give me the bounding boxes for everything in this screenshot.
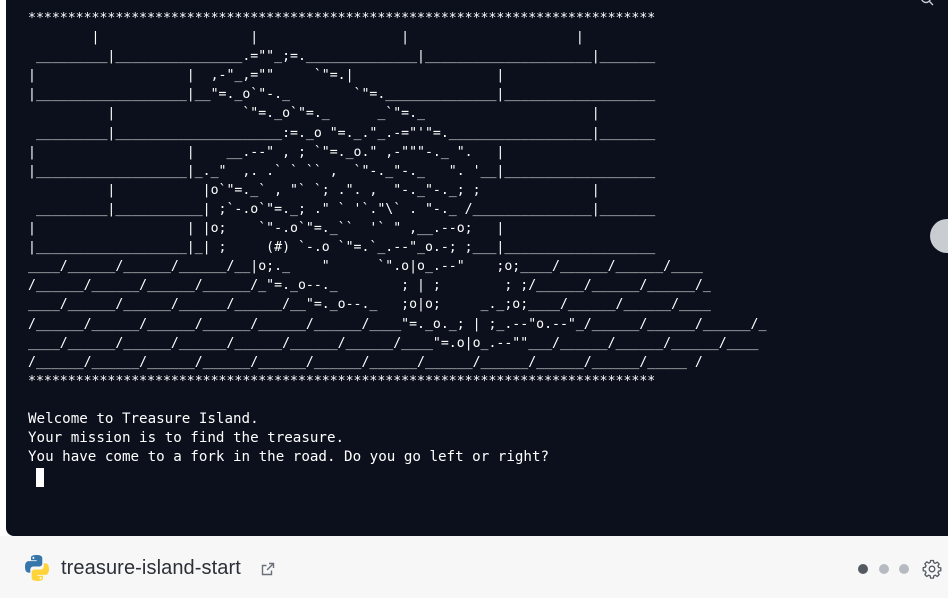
output-line-question: You have come to a fork in the road. Do … [28, 449, 550, 465]
page-dot[interactable] [879, 564, 889, 574]
output-line-mission: Your mission is to find the treasure. [28, 430, 345, 446]
page-dot-active[interactable] [858, 564, 868, 574]
page-dot[interactable] [899, 564, 909, 574]
output-line-welcome: Welcome to Treasure Island. [28, 411, 259, 427]
search-icon[interactable] [920, 0, 934, 6]
gear-icon[interactable] [922, 559, 942, 579]
python-logo-icon [25, 555, 49, 581]
text-cursor[interactable] [36, 468, 44, 487]
external-link-icon[interactable] [261, 562, 275, 576]
ascii-art-treasure-island: ****************************************… [28, 11, 767, 389]
repl-name-link[interactable]: treasure-island-start [61, 557, 241, 580]
terminal-output[interactable]: ****************************************… [6, 0, 948, 536]
scroll-handle[interactable] [930, 219, 948, 253]
console-output: Welcome to Treasure Island. Your mission… [28, 410, 549, 467]
